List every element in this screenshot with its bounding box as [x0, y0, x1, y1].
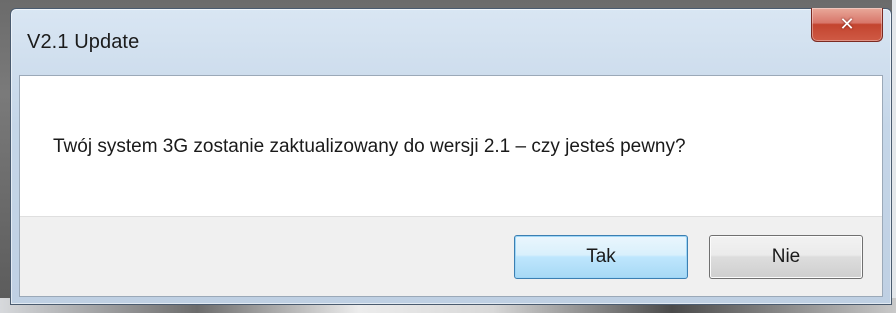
confirmation-message: Twój system 3G zostanie zaktualizowany d…: [53, 136, 686, 157]
desktop-background-right: [892, 0, 896, 313]
message-area: Twój system 3G zostanie zaktualizowany d…: [20, 76, 882, 216]
title-bar[interactable]: V2.1 Update ✕: [11, 8, 891, 75]
yes-button[interactable]: Tak: [514, 235, 688, 279]
dialog-client-area: Twój system 3G zostanie zaktualizowany d…: [19, 75, 883, 297]
no-button[interactable]: Nie: [709, 235, 863, 279]
button-bar: Tak Nie: [20, 216, 882, 296]
window-title: V2.1 Update: [27, 31, 140, 53]
dialog-window: V2.1 Update ✕ Twój system 3G zostanie za…: [10, 8, 892, 305]
close-button[interactable]: ✕: [811, 8, 883, 42]
close-icon: ✕: [839, 13, 855, 35]
